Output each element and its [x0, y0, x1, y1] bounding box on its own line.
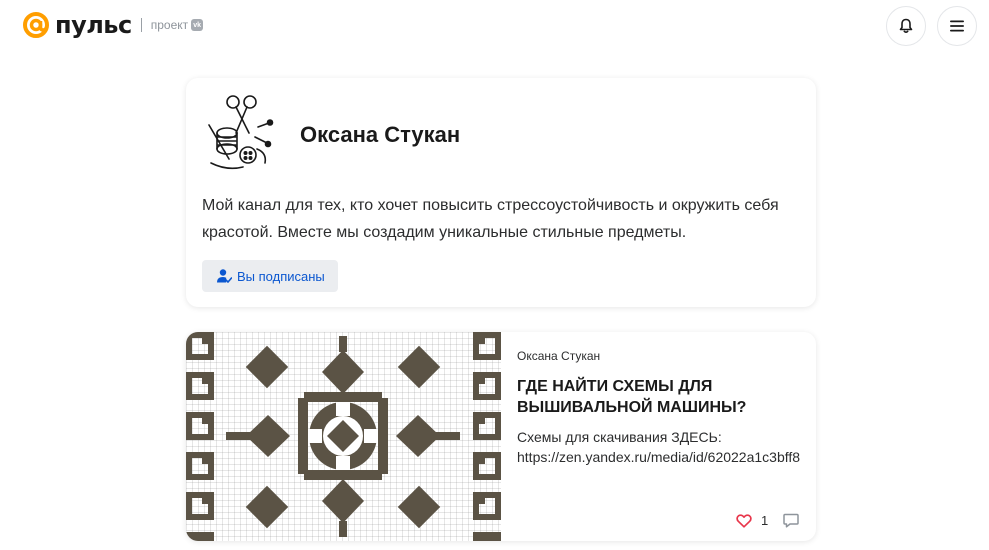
channel-name: Оксана Стукан	[300, 122, 461, 147]
article-author[interactable]: Оксана Стукан	[517, 349, 600, 363]
channel-description: Мой канал для тех, кто хочет повысить ст…	[202, 197, 779, 241]
logo[interactable]: пульс проект vk	[22, 11, 204, 39]
heart-icon	[736, 513, 752, 528]
bell-icon	[899, 18, 913, 33]
channel-card: Оксана Стукан Мой канал для тех, кто хоч…	[186, 78, 816, 307]
comment-icon	[783, 513, 799, 528]
article-snippet: Схемы для скачивания ЗДЕСЬ: https://zen.…	[517, 427, 816, 467]
article-cover-image[interactable]	[186, 332, 501, 541]
top-header: пульс проект vk	[0, 0, 989, 52]
notifications-button[interactable]	[886, 6, 926, 46]
article-snippet-link: https://zen.yandex.ru/media/id/62022a1c3…	[517, 449, 801, 465]
article-snippet-line: Схемы для скачивания ЗДЕСЬ:	[517, 429, 722, 445]
like-count: 1	[761, 513, 769, 528]
logo-text: пульс	[55, 11, 132, 39]
vk-badge-icon: vk	[191, 19, 204, 31]
subscribed-button-label: Вы подписаны	[237, 268, 325, 284]
channel-avatar[interactable]	[203, 93, 277, 175]
menu-button[interactable]	[937, 6, 977, 46]
subscribed-button[interactable]: Вы подписаны	[202, 260, 338, 292]
article-title[interactable]: ГДЕ НАЙТИ СХЕМЫ ДЛЯ ВЫШИВАЛЬНОЙ МАШИНЫ?	[517, 376, 802, 418]
at-sign-icon	[23, 12, 49, 38]
comment-button[interactable]	[783, 513, 799, 533]
article-card[interactable]: Оксана Стукан ГДЕ НАЙТИ СХЕМЫ ДЛЯ ВЫШИВА…	[186, 332, 816, 541]
user-check-icon	[217, 269, 232, 283]
logo-separator	[140, 18, 142, 32]
like-button[interactable]: 1	[736, 513, 768, 528]
menu-icon	[950, 20, 964, 32]
project-label: проект	[150, 18, 189, 32]
